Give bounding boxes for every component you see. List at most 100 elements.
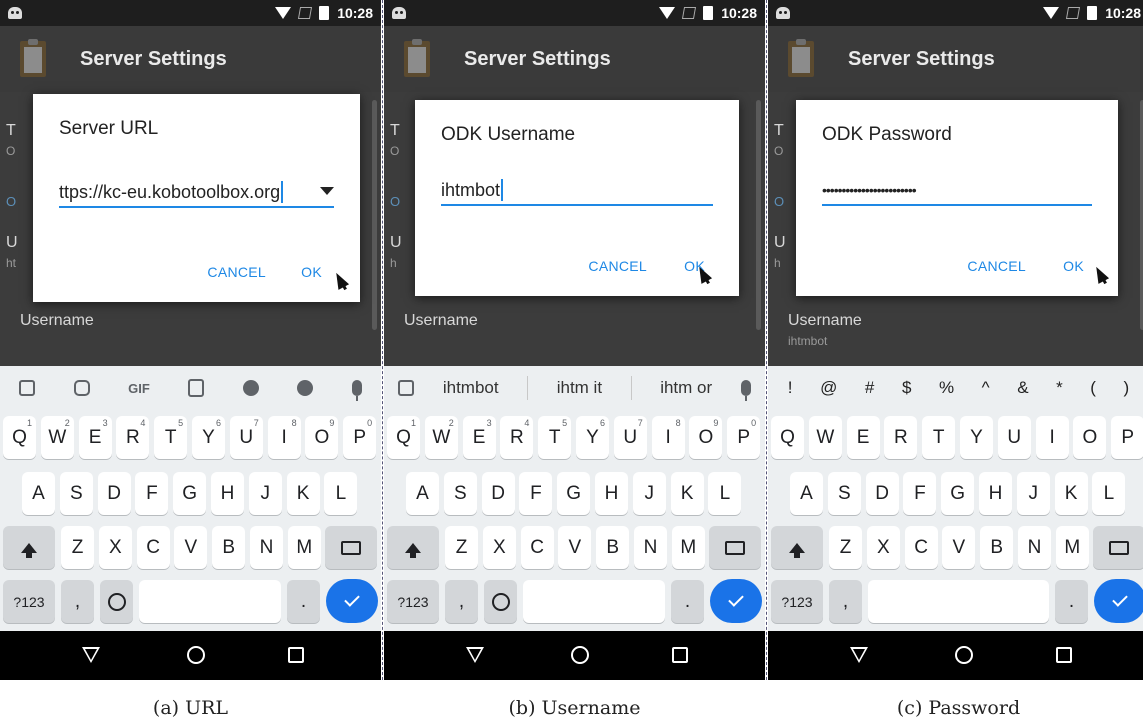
symbol-key[interactable]: ) xyxy=(1124,378,1130,398)
key-letter[interactable]: L xyxy=(708,472,742,515)
key-letter[interactable]: I xyxy=(1035,416,1069,459)
key-letter[interactable]: D xyxy=(97,472,131,515)
recents-square-icon[interactable] xyxy=(1056,647,1072,663)
key-letter[interactable]: V xyxy=(942,526,976,569)
done-key[interactable] xyxy=(1094,579,1143,623)
dialog-text-input[interactable]: •••••••••••••••••••••••• xyxy=(822,176,1092,206)
key-letter[interactable]: E3 xyxy=(462,416,496,459)
key-letter[interactable]: P xyxy=(1111,416,1143,459)
space-bar[interactable] xyxy=(139,580,281,623)
key-letter[interactable]: C xyxy=(136,526,170,569)
symbol-key[interactable]: ^ xyxy=(982,378,990,398)
period-key[interactable]: . xyxy=(1055,580,1088,623)
key-letter[interactable]: D xyxy=(481,472,515,515)
key-letter[interactable]: U7 xyxy=(229,416,263,459)
key-letter[interactable]: T5 xyxy=(154,416,188,459)
key-letter[interactable]: M xyxy=(671,526,705,569)
comma-key[interactable]: , xyxy=(829,580,862,623)
symbol-key[interactable]: ( xyxy=(1090,378,1096,398)
key-letter[interactable]: A xyxy=(406,472,439,515)
key-letter[interactable]: P0 xyxy=(343,416,377,459)
backspace-key[interactable] xyxy=(1093,526,1143,569)
key-letter[interactable]: Y6 xyxy=(576,416,609,459)
apps-grid-icon[interactable] xyxy=(398,380,415,396)
key-letter[interactable]: O xyxy=(1073,416,1107,459)
key-letter[interactable]: G xyxy=(173,472,207,515)
symbol-key[interactable]: $ xyxy=(902,378,911,398)
key-letter[interactable]: X xyxy=(98,526,132,569)
emoji-key[interactable] xyxy=(484,580,517,623)
key-letter[interactable]: X xyxy=(866,526,900,569)
key-letter[interactable]: V xyxy=(174,526,208,569)
shift-key[interactable] xyxy=(3,526,55,569)
key-letter[interactable]: G xyxy=(941,472,975,515)
key-letter[interactable]: O9 xyxy=(305,416,339,459)
symbols-mode-key[interactable]: ?123 xyxy=(3,580,55,623)
space-bar[interactable] xyxy=(523,580,665,623)
key-letter[interactable]: W xyxy=(808,416,842,459)
key-letter[interactable]: S xyxy=(443,472,477,515)
key-letter[interactable]: E xyxy=(846,416,880,459)
home-circle-icon[interactable] xyxy=(955,646,973,664)
recents-square-icon[interactable] xyxy=(288,647,304,663)
comma-key[interactable]: , xyxy=(445,580,478,623)
key-letter[interactable]: J xyxy=(1016,472,1050,515)
key-letter[interactable]: O9 xyxy=(689,416,723,459)
key-letter[interactable]: M xyxy=(287,526,321,569)
gif-button[interactable]: GIF xyxy=(128,381,150,396)
key-letter[interactable]: H xyxy=(211,472,244,515)
symbol-key[interactable]: @ xyxy=(820,378,837,398)
key-letter[interactable]: F xyxy=(135,472,169,515)
key-letter[interactable]: U xyxy=(997,416,1031,459)
key-letter[interactable]: C xyxy=(520,526,554,569)
key-letter[interactable]: A xyxy=(22,472,55,515)
key-letter[interactable]: S xyxy=(827,472,861,515)
back-triangle-icon[interactable] xyxy=(850,647,868,663)
sticker-icon[interactable] xyxy=(73,380,90,396)
key-letter[interactable]: U7 xyxy=(613,416,647,459)
key-letter[interactable]: Z xyxy=(829,526,862,569)
key-letter[interactable]: M xyxy=(1055,526,1089,569)
key-letter[interactable]: P0 xyxy=(727,416,761,459)
shift-key[interactable] xyxy=(387,526,439,569)
symbols-mode-key[interactable]: ?123 xyxy=(387,580,439,623)
key-letter[interactable]: J xyxy=(632,472,666,515)
key-letter[interactable]: R xyxy=(884,416,918,459)
key-letter[interactable]: S xyxy=(59,472,93,515)
key-letter[interactable]: K xyxy=(1054,472,1088,515)
key-letter[interactable]: T5 xyxy=(538,416,572,459)
period-key[interactable]: . xyxy=(671,580,704,623)
scrollbar[interactable] xyxy=(372,100,377,330)
key-letter[interactable]: B xyxy=(596,526,630,569)
settings-gear-icon[interactable] xyxy=(242,380,259,396)
shift-key[interactable] xyxy=(771,526,823,569)
key-letter[interactable]: Z xyxy=(61,526,94,569)
key-letter[interactable]: R4 xyxy=(500,416,534,459)
key-letter[interactable]: T xyxy=(922,416,956,459)
symbol-key[interactable]: & xyxy=(1017,378,1028,398)
key-letter[interactable]: F xyxy=(903,472,937,515)
key-letter[interactable]: B xyxy=(212,526,246,569)
cancel-button[interactable]: CANCEL xyxy=(588,258,647,274)
key-letter[interactable]: K xyxy=(670,472,704,515)
key-letter[interactable]: N xyxy=(250,526,283,569)
key-letter[interactable]: Y6 xyxy=(192,416,225,459)
key-letter[interactable]: Z xyxy=(445,526,478,569)
key-letter[interactable]: A xyxy=(790,472,823,515)
comma-key[interactable]: , xyxy=(61,580,94,623)
done-key[interactable] xyxy=(326,579,378,623)
suggestion-chip[interactable]: ihtmbot xyxy=(443,378,499,398)
home-circle-icon[interactable] xyxy=(571,646,589,664)
symbol-key[interactable]: % xyxy=(939,378,954,398)
space-bar[interactable] xyxy=(868,580,1049,623)
key-letter[interactable]: E3 xyxy=(78,416,112,459)
emoji-key[interactable] xyxy=(100,580,133,623)
key-letter[interactable]: G xyxy=(557,472,591,515)
key-letter[interactable]: B xyxy=(980,526,1014,569)
key-letter[interactable]: J xyxy=(248,472,282,515)
ok-button[interactable]: OK xyxy=(301,264,322,280)
key-letter[interactable]: D xyxy=(865,472,899,515)
microphone-icon[interactable] xyxy=(740,380,751,401)
symbol-key[interactable]: ! xyxy=(788,378,793,398)
done-key[interactable] xyxy=(710,579,762,623)
